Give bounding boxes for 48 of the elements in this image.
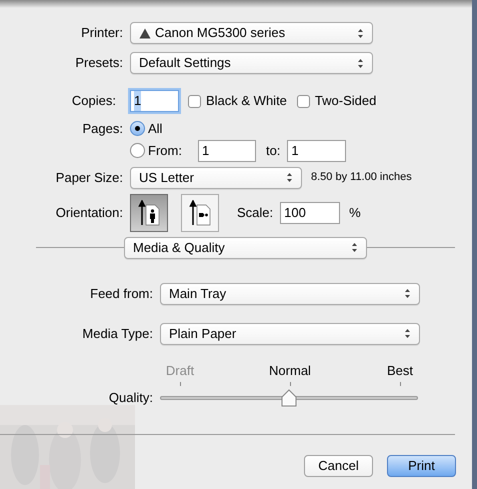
field-label: to: [266, 142, 280, 160]
quality-stop-label: Draft [166, 362, 194, 380]
field-label: Orientation: [54, 204, 124, 222]
printer-popup[interactable]: Canon MG5300 series [130, 22, 373, 44]
field-label: Media Type: [81, 324, 154, 343]
quality-slider[interactable] [160, 388, 418, 407]
checkbox[interactable] [296, 94, 310, 108]
radio-label: All [148, 120, 162, 138]
up-down-arrows-icon [357, 58, 364, 68]
from-page-field[interactable]: 1 [198, 140, 256, 162]
quality-stop-label: Best [386, 362, 413, 380]
radio-button[interactable] [130, 143, 145, 158]
quality-stop-label: Normal [269, 362, 311, 380]
presets-popup[interactable]: Default Settings [130, 52, 373, 74]
orientation-button[interactable] [130, 194, 168, 232]
copies-field[interactable]: 1 [130, 90, 179, 112]
checkbox[interactable] [188, 94, 201, 108]
radio-label: From: [148, 142, 182, 160]
up-down-arrows-icon [286, 172, 293, 183]
field-label: Scale: [237, 204, 274, 222]
radio-button[interactable] [130, 121, 145, 136]
to-page-field[interactable]: 1 [287, 140, 346, 162]
media-type-popup[interactable]: Plain Paper [160, 322, 420, 344]
checkbox-label: Two-Sided [314, 92, 376, 110]
field-label: Pages: [82, 120, 124, 138]
slider-thumb[interactable] [281, 388, 297, 407]
dialog-button[interactable]: Print [387, 454, 456, 476]
portrait-page-icon [138, 200, 160, 226]
up-down-arrows-icon [351, 242, 358, 253]
landscape-page-icon [189, 200, 211, 226]
field-label: Paper Size: [54, 168, 124, 187]
field-label: Presets: [74, 54, 124, 72]
section-popup[interactable]: Media & Quality [124, 236, 367, 258]
paper-size-popup[interactable]: US Letter [130, 166, 302, 188]
feed-from-popup[interactable]: Main Tray [160, 282, 420, 304]
percent-sign: % [349, 204, 361, 222]
field-label: Copies: [70, 92, 117, 110]
up-down-arrows-icon [404, 288, 411, 299]
up-down-arrows-icon [357, 28, 364, 38]
field-label: Feed from: [89, 284, 154, 303]
scale-field[interactable]: 100 [280, 202, 340, 224]
paper-dimensions: 8.50 by 11.00 inches [311, 170, 412, 186]
checkbox-label: Black & White [206, 92, 287, 110]
field-label: Printer: [80, 24, 124, 42]
orientation-button[interactable] [181, 194, 219, 232]
up-down-arrows-icon [404, 328, 411, 339]
dialog-button[interactable]: Cancel [304, 454, 373, 476]
field-label: Quality: [108, 389, 154, 407]
